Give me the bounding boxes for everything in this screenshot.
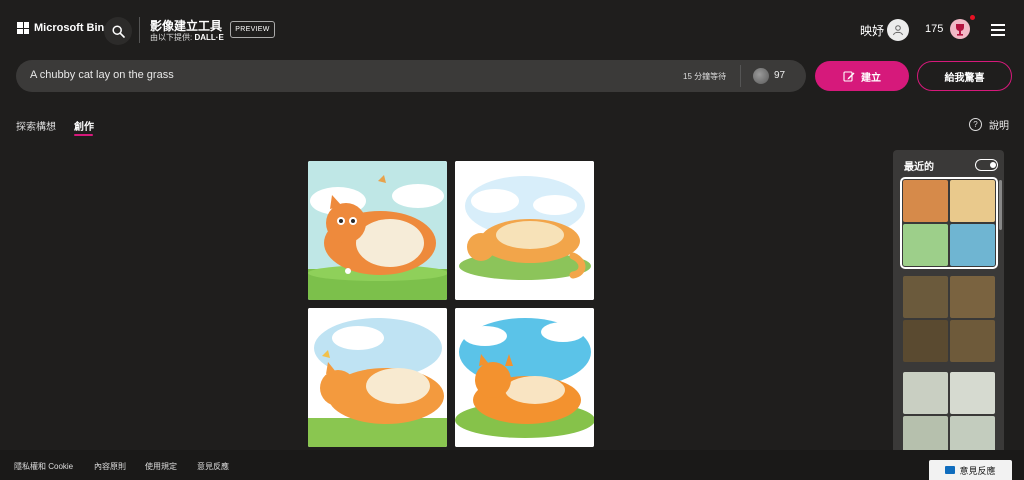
generated-image-2[interactable] [455, 161, 594, 300]
active-tab-indicator [74, 134, 93, 136]
recent-title: 最近的 [904, 162, 934, 173]
prompt-input[interactable]: A chubby cat lay on the grass 15 分鐘等待 97 [16, 60, 806, 92]
recent-group-3[interactable] [903, 372, 995, 458]
recent-thumb [950, 372, 995, 414]
avatar[interactable] [887, 19, 909, 41]
help-label: 說明 [989, 121, 1009, 132]
username[interactable]: 映妤 [860, 22, 884, 39]
toggle-knob [989, 161, 996, 168]
recent-thumb [903, 180, 948, 222]
wait-time: 15 分鐘等待 [683, 72, 727, 81]
brand-name: Microsoft Bing [34, 22, 111, 34]
create-button[interactable]: 建立 [815, 61, 909, 91]
footer-link-privacy[interactable]: 隱私權和 Cookie [14, 461, 73, 472]
hamburger-menu-icon[interactable] [991, 24, 1005, 36]
footer-link-feedback[interactable]: 意見反應 [197, 461, 229, 472]
generated-image-4[interactable] [455, 308, 594, 447]
surprise-me-button[interactable]: 給我驚喜 [917, 61, 1012, 91]
help-button[interactable]: ? 說明 [969, 117, 1009, 132]
recent-thumb [950, 276, 995, 318]
tab-create[interactable]: 創作 [74, 118, 94, 133]
tab-explore[interactable]: 探索構想 [16, 118, 56, 133]
feedback-button[interactable]: 意見反應 [929, 460, 1012, 480]
help-icon: ? [969, 118, 982, 131]
provider-line: 由以下提供: DALL·E [150, 32, 224, 43]
prompt-divider [740, 65, 741, 87]
search-button[interactable] [104, 17, 132, 45]
search-icon [111, 24, 125, 38]
notification-dot [970, 15, 975, 20]
recent-group-2[interactable] [903, 276, 995, 362]
recent-thumb [903, 320, 948, 362]
feedback-icon [945, 466, 956, 474]
recent-thumb [903, 224, 948, 266]
recent-thumb [950, 180, 995, 222]
recent-thumb [950, 320, 995, 362]
preview-badge: PREVIEW [230, 21, 275, 38]
footer: 隱私權和 Cookie 內容原則 使用規定 意見反應 [0, 450, 1024, 480]
generated-image-3[interactable] [308, 308, 447, 447]
provider-name: DALL·E [194, 33, 224, 42]
user-icon [893, 25, 903, 36]
recent-thumb [950, 224, 995, 266]
recent-thumb [903, 372, 948, 414]
header-divider [139, 17, 140, 43]
rewards-trophy-icon[interactable] [949, 18, 971, 40]
create-label: 建立 [861, 72, 881, 84]
boost-coin-icon [753, 68, 769, 84]
create-pencil-icon [843, 71, 855, 82]
generated-image-1[interactable] [308, 161, 447, 300]
prompt-text[interactable]: A chubby cat lay on the grass [30, 69, 174, 81]
bing-logo[interactable]: Microsoft Bing [17, 22, 111, 34]
recent-thumb [903, 276, 948, 318]
microsoft-logo-icon [17, 22, 29, 34]
recent-panel: 最近的 [893, 150, 1004, 460]
recent-toggle[interactable] [975, 159, 998, 171]
boost-count: 97 [774, 70, 786, 81]
provider-prefix: 由以下提供: [150, 33, 193, 42]
feedback-label: 意見反應 [959, 465, 996, 476]
recent-scrollbar[interactable] [999, 180, 1002, 230]
header: Microsoft Bing 影像建立工具 由以下提供: DALL·E PREV… [0, 0, 1024, 60]
rewards-points[interactable]: 175 [925, 23, 943, 35]
recent-group-1[interactable] [900, 177, 998, 269]
footer-link-terms[interactable]: 使用規定 [145, 461, 177, 472]
footer-link-content-policy[interactable]: 內容原則 [94, 461, 126, 472]
